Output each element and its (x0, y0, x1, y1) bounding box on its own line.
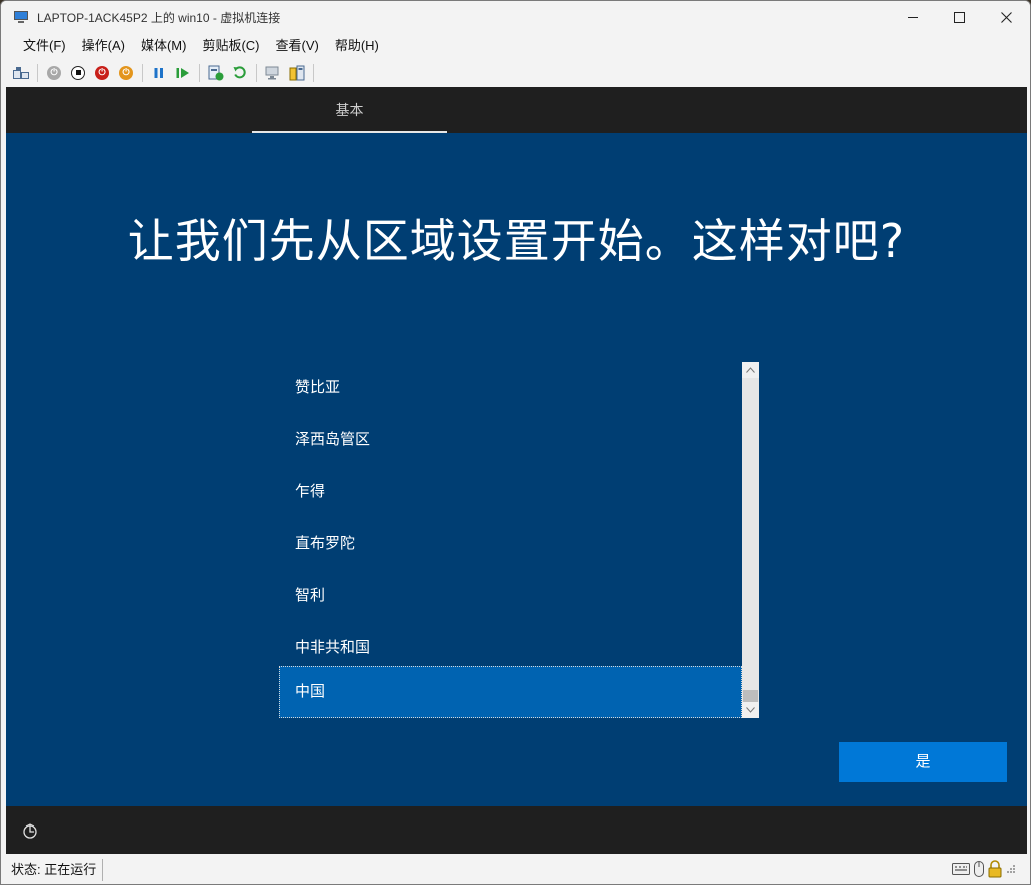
oobe-footer (6, 806, 1027, 854)
toolbar-separator (37, 63, 38, 82)
save-icon: ⏻ (119, 65, 133, 80)
page-title: 让我们先从区域设置开始。这样对吧? (127, 214, 906, 268)
chevron-down-icon (746, 707, 755, 713)
checkpoint-icon (208, 65, 224, 80)
vm-status-text: 状态: 正在运行 (11, 859, 104, 881)
toolbar: ⏻ ⏻ ⏻ (1, 59, 1030, 86)
yes-button[interactable]: 是 (839, 742, 1007, 782)
vm-screen[interactable]: 基本 让我们先从区域设置开始。这样对吧? 赞比亚 泽西岛管区 乍得 直布罗陀 智… (6, 87, 1027, 854)
ctrl-alt-del-icon (13, 66, 29, 79)
accessibility-button[interactable] (22, 823, 38, 839)
start-button[interactable]: ⏻ (46, 65, 62, 81)
region-list-scrollbar[interactable] (742, 362, 759, 718)
checkpoint-button[interactable] (208, 65, 224, 81)
ctrl-alt-del-button[interactable] (13, 65, 29, 81)
revert-button[interactable] (232, 65, 248, 81)
region-list[interactable]: 赞比亚 泽西岛管区 乍得 直布罗陀 智利 中非共和国 中国 (279, 362, 759, 718)
start-icon: ⏻ (47, 65, 61, 80)
minimize-icon (907, 16, 918, 18)
scroll-up-button[interactable] (742, 362, 759, 378)
mouse-icon (974, 861, 984, 877)
maximize-icon (954, 11, 965, 23)
scroll-down-button[interactable] (742, 702, 759, 718)
vm-connection-window: LAPTOP-1ACK45P2 上的 win10 - 虚拟机连接 文件(F) 操… (0, 0, 1031, 885)
scroll-thumb[interactable] (743, 690, 758, 702)
region-item[interactable]: 赞比亚 (279, 362, 742, 414)
save-button[interactable]: ⏻ (118, 65, 134, 81)
title-bar[interactable]: LAPTOP-1ACK45P2 上的 win10 - 虚拟机连接 (1, 1, 1030, 33)
minimize-button[interactable] (889, 1, 936, 33)
window-controls (889, 1, 1030, 33)
maximize-button[interactable] (936, 1, 983, 33)
status-bar: 状态: 正在运行 (1, 854, 1030, 884)
toolbar-separator (256, 63, 257, 82)
close-button[interactable] (983, 1, 1030, 33)
menu-media[interactable]: 媒体(M) (133, 33, 195, 59)
shut-down-icon: ⏻ (95, 65, 109, 80)
toolbar-separator (142, 63, 143, 82)
chevron-up-icon (746, 367, 755, 373)
enhanced-session-icon (265, 66, 279, 79)
ease-of-access-icon (23, 823, 37, 839)
menu-file[interactable]: 文件(F) (15, 33, 74, 59)
region-item[interactable]: 乍得 (279, 466, 742, 518)
menu-action[interactable]: 操作(A) (74, 33, 133, 59)
shut-down-button[interactable]: ⏻ (94, 65, 110, 81)
resize-grip-icon[interactable] (1006, 864, 1016, 874)
menu-view[interactable]: 查看(V) (268, 33, 327, 59)
close-icon (1001, 11, 1012, 23)
region-item-selected[interactable]: 中国 (279, 666, 742, 718)
turn-off-button[interactable] (70, 65, 86, 81)
region-item[interactable]: 泽西岛管区 (279, 414, 742, 466)
tab-basics: 基本 (335, 102, 364, 118)
region-item[interactable]: 直布罗陀 (279, 518, 742, 570)
oobe-header: 基本 (6, 87, 1027, 133)
region-item[interactable]: 智利 (279, 570, 742, 622)
enhanced-session-button[interactable] (265, 65, 281, 81)
toolbar-separator (313, 63, 314, 82)
toolbar-separator (199, 63, 200, 82)
menu-bar: 文件(F) 操作(A) 媒体(M) 剪贴板(C) 查看(V) 帮助(H) (1, 33, 1030, 59)
pause-button[interactable] (151, 65, 167, 81)
menu-help[interactable]: 帮助(H) (327, 33, 387, 59)
resume-icon (176, 67, 189, 78)
resume-button[interactable] (175, 65, 191, 81)
pause-icon (154, 67, 163, 78)
share-icon (289, 65, 305, 80)
keyboard-icon (952, 863, 970, 875)
lock-icon (988, 860, 1002, 878)
revert-icon (233, 65, 246, 78)
vm-connect-app-icon (13, 10, 29, 24)
menu-clipboard[interactable]: 剪贴板(C) (194, 33, 267, 59)
share-button[interactable] (289, 65, 305, 81)
window-title: LAPTOP-1ACK45P2 上的 win10 - 虚拟机连接 (37, 10, 281, 25)
status-icons (948, 860, 1016, 878)
turn-off-icon (71, 65, 85, 80)
tab-underline (252, 131, 447, 133)
